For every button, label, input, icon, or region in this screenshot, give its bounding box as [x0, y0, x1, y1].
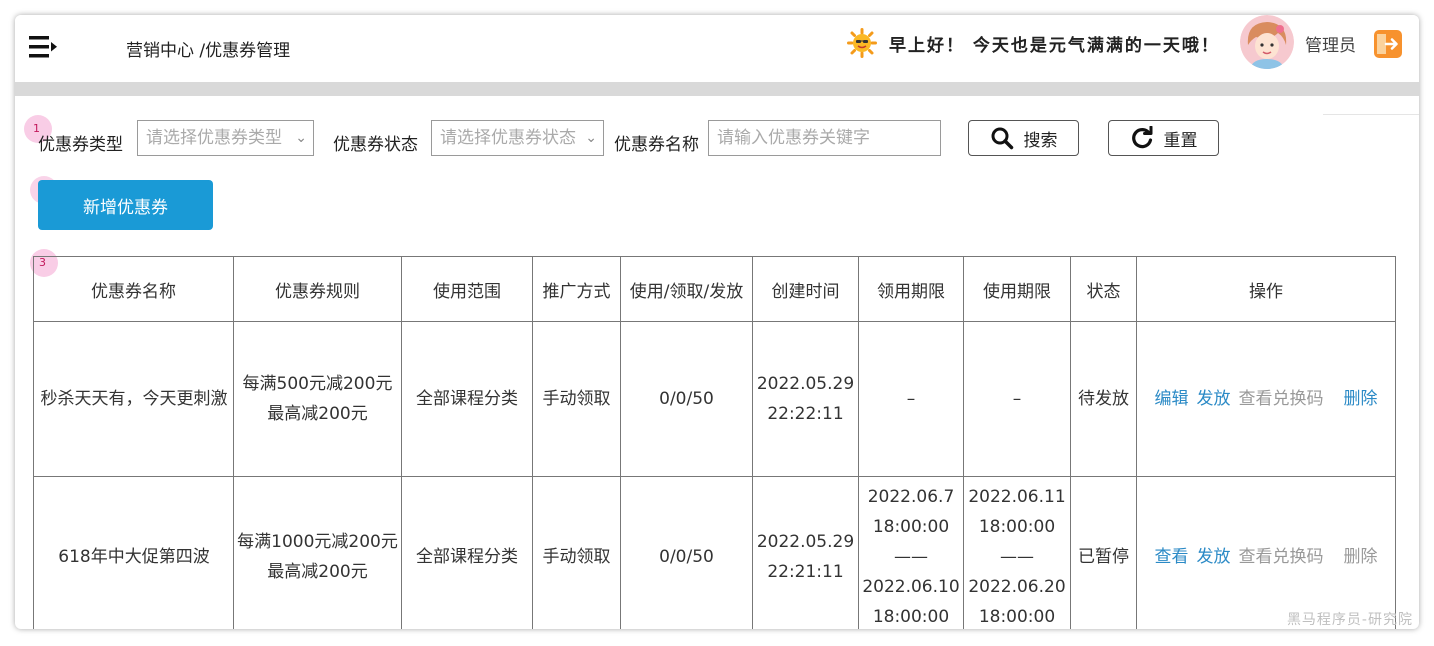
period-line: 2022.06.11 [968, 486, 1066, 507]
rule-line: 最高减200元 [267, 404, 368, 424]
operations-cell: 编辑 发放 查看兑换码 删除 [1136, 321, 1396, 477]
period-line: – [906, 389, 916, 409]
column-header: 使用范围 [401, 256, 533, 322]
coupon-name-input[interactable] [717, 121, 940, 155]
header-divider [15, 82, 1419, 96]
coupon-rule-cell: 每满1000元减200元 最高减200元 [233, 476, 402, 629]
rule-line: 每满500元减200元 [242, 374, 393, 394]
coupon-type-placeholder: 请选择优惠券类型 [146, 128, 282, 148]
issue-link[interactable]: 发放 [1197, 542, 1231, 572]
menu-toggle-icon[interactable] [29, 34, 59, 60]
scope-cell: 全部课程分类 [401, 321, 533, 477]
coupon-name-cell: 秒杀天天有，今天更刺激 [33, 321, 234, 477]
view-codes-link[interactable]: 查看兑换码 [1239, 542, 1324, 572]
created-time: 22:22:11 [767, 404, 844, 424]
created-date: 2022.05.29 [756, 531, 855, 552]
rule-line: 最高减200元 [267, 561, 368, 582]
divider-line [1323, 114, 1419, 115]
table-row: 秒杀天天有，今天更刺激 每满500元减200元 最高减200元 全部课程分类 手… [33, 321, 1396, 477]
add-coupon-button[interactable]: 新增优惠券 [38, 180, 213, 230]
breadcrumb: 营销中心 /优惠券管理 [126, 41, 291, 61]
coupon-name-field[interactable] [708, 120, 941, 156]
coupon-name-cell: 618年中大促第四波 [33, 476, 234, 629]
avatar[interactable] [1240, 15, 1294, 69]
period-line: 2022.06.10 [862, 576, 960, 597]
table-header-row: 优惠券名称 优惠券规则 使用范围 推广方式 使用/领取/发放 创建时间 领用期限… [33, 256, 1396, 322]
period-line: 18:00:00 [872, 606, 950, 627]
reset-button[interactable]: 重置 [1108, 120, 1219, 156]
greeting: 早上好！ 今天也是元气满满的一天哦！ [847, 28, 1220, 58]
column-header: 使用期限 [963, 256, 1071, 322]
watermark: 黑马程序员-研究院 [1286, 612, 1413, 628]
column-header: 操作 [1136, 256, 1396, 322]
coupon-table: 优惠券名称 优惠券规则 使用范围 推广方式 使用/领取/发放 创建时间 领用期限… [33, 256, 1396, 629]
delete-link[interactable]: 删除 [1344, 542, 1378, 572]
created-date: 2022.05.29 [756, 374, 855, 394]
use-period-cell: 2022.06.11 18:00:00 —— 2022.06.20 18:00:… [963, 476, 1071, 629]
operations-cell: 查看 发放 查看兑换码 删除 [1136, 476, 1396, 629]
logout-icon[interactable] [1373, 29, 1403, 59]
period-line: —— [1000, 546, 1034, 567]
coupon-status-select[interactable]: 请选择优惠券状态 ⌄ [431, 120, 604, 156]
coupon-status-placeholder: 请选择优惠券状态 [440, 128, 576, 148]
promo-cell: 手动领取 [532, 476, 621, 629]
created-time: 22:21:11 [767, 561, 844, 582]
period-line: 18:00:00 [978, 606, 1056, 627]
column-header: 领用期限 [858, 256, 964, 322]
top-header: 营销中心 /优惠券管理 早上好！ 今天也是元气满满的一天哦！ 管理员 [15, 15, 1419, 82]
use-period-cell: – [963, 321, 1071, 477]
rule-line: 每满1000元减200元 [237, 531, 398, 552]
column-header: 使用/领取/发放 [620, 256, 753, 322]
chevron-down-icon: ⌄ [295, 130, 307, 146]
search-button[interactable]: 搜索 [968, 120, 1079, 156]
coupon-status-label: 优惠券状态 [333, 135, 418, 155]
period-line: 18:00:00 [978, 516, 1056, 537]
greeting-text: 早上好！ 今天也是元气满满的一天哦！ [889, 35, 1220, 56]
search-button-label: 搜索 [1023, 130, 1058, 151]
promo-cell: 手动领取 [532, 321, 621, 477]
period-line: 2022.06.7 [867, 486, 955, 507]
created-cell: 2022.05.29 22:22:11 [752, 321, 859, 477]
period-line: —— [894, 546, 928, 567]
scope-cell: 全部课程分类 [401, 476, 533, 629]
column-header: 优惠券规则 [233, 256, 402, 322]
coupon-name-label: 优惠券名称 [614, 135, 699, 155]
admin-name: 管理员 [1305, 36, 1356, 56]
status-cell: 待发放 [1070, 321, 1137, 477]
claim-period-cell: – [858, 321, 964, 477]
table-row: 618年中大促第四波 每满1000元减200元 最高减200元 全部课程分类 手… [33, 476, 1396, 629]
column-header: 创建时间 [752, 256, 859, 322]
row-actions: 查看 发放 查看兑换码 删除 [1138, 542, 1395, 572]
search-icon [991, 127, 1013, 150]
counts-cell: 0/0/50 [620, 476, 753, 629]
chevron-down-icon: ⌄ [585, 130, 597, 146]
view-codes-link[interactable]: 查看兑换码 [1239, 384, 1324, 414]
coupon-type-select[interactable]: 请选择优惠券类型 ⌄ [137, 120, 314, 156]
coupon-type-label: 优惠券类型 [38, 135, 123, 155]
counts-cell: 0/0/50 [620, 321, 753, 477]
refresh-icon [1131, 126, 1152, 149]
period-line: 18:00:00 [872, 516, 950, 537]
claim-period-cell: 2022.06.7 18:00:00 —— 2022.06.10 18:00:0… [858, 476, 964, 629]
created-cell: 2022.05.29 22:21:11 [752, 476, 859, 629]
column-header: 状态 [1070, 256, 1137, 322]
period-line: – [1012, 389, 1022, 409]
period-line: 2022.06.20 [968, 576, 1066, 597]
column-header: 优惠券名称 [33, 256, 234, 322]
delete-link[interactable]: 删除 [1344, 384, 1378, 414]
app-window: 营销中心 /优惠券管理 早上好！ 今天也是元气满满的一天哦！ 管理员 1 优惠券… [15, 15, 1419, 629]
issue-link[interactable]: 发放 [1197, 384, 1231, 414]
status-cell: 已暂停 [1070, 476, 1137, 629]
column-header: 推广方式 [532, 256, 621, 322]
sun-icon [847, 28, 877, 58]
view-link[interactable]: 查看 [1155, 542, 1189, 572]
row-actions: 编辑 发放 查看兑换码 删除 [1138, 384, 1395, 414]
reset-button-label: 重置 [1163, 130, 1198, 151]
coupon-rule-cell: 每满500元减200元 最高减200元 [233, 321, 402, 477]
edit-link[interactable]: 编辑 [1155, 384, 1189, 414]
